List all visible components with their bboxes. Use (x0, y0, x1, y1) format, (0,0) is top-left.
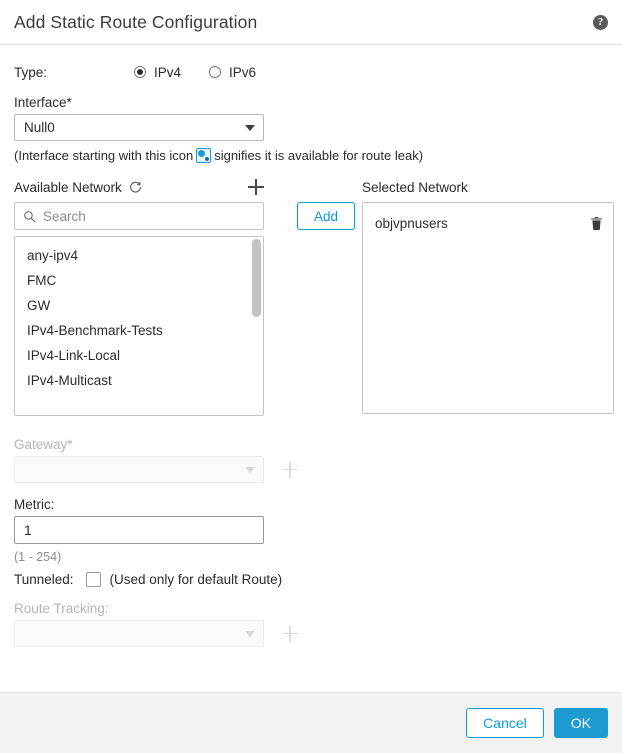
available-network-panel: Available Network Search any-ipv4 FMC GW… (14, 177, 264, 416)
selected-network-panel: Selected Network objvpnusers (362, 177, 614, 414)
trash-icon[interactable] (590, 216, 603, 231)
ok-button[interactable]: OK (553, 708, 608, 738)
selected-network-header: Selected Network (362, 177, 614, 197)
list-scrollbar-thumb[interactable] (252, 239, 261, 317)
radio-ipv4-icon[interactable] (134, 66, 146, 78)
gateway-select (14, 456, 264, 483)
selected-network-list: objvpnusers (362, 202, 614, 414)
search-icon (23, 210, 36, 223)
add-gateway-icon (282, 461, 298, 478)
list-item[interactable]: IPv4-Benchmark-Tests (15, 318, 263, 343)
selected-network-title: Selected Network (362, 179, 468, 195)
radio-option-ipv6[interactable]: IPv6 (209, 65, 256, 80)
type-radio-group: IPv4 IPv6 (134, 65, 284, 80)
tunneled-label: Tunneled: (14, 572, 74, 587)
radio-option-ipv4[interactable]: IPv4 (134, 65, 181, 80)
route-tracking-select (14, 620, 264, 647)
gateway-label: Gateway* (14, 437, 73, 452)
metric-label: Metric: (14, 497, 55, 512)
add-button[interactable]: Add (297, 202, 355, 230)
chevron-down-icon (245, 124, 255, 131)
radio-ipv6-label: IPv6 (229, 64, 257, 80)
route-tracking-label: Route Tracking: (14, 601, 109, 616)
refresh-icon[interactable] (129, 181, 142, 194)
radio-ipv4-label: IPv4 (154, 64, 182, 80)
interface-label: Interface* (14, 95, 72, 110)
metric-range-hint: (1 - 254) (14, 550, 62, 564)
interface-select-value: Null0 (24, 120, 55, 135)
gateway-row (14, 456, 608, 483)
selected-network-item[interactable]: objvpnusers (363, 211, 613, 235)
list-item[interactable]: IPv4-Multicast (15, 368, 263, 393)
list-item[interactable]: FMC (15, 268, 263, 293)
radio-ipv6-icon[interactable] (209, 66, 222, 78)
dialog-body: Type: IPv4 IPv6 Interface* Null0 (Interf… (0, 45, 622, 692)
help-circle-icon[interactable]: ? (593, 14, 608, 30)
selected-network-item-label: objvpnusers (375, 215, 448, 231)
chevron-down-icon (245, 630, 255, 637)
interface-hint-text-before: (Interface starting with this icon (14, 148, 194, 163)
list-item[interactable]: any-ipv4 (15, 243, 263, 268)
type-label: Type: (14, 64, 48, 80)
available-network-list[interactable]: any-ipv4 FMC GW IPv4-Benchmark-Tests IPv… (14, 236, 264, 416)
list-item[interactable]: IPv4-Link-Local (15, 343, 263, 368)
cancel-button[interactable]: Cancel (466, 708, 544, 738)
interface-select[interactable]: Null0 (14, 114, 264, 141)
available-network-list-inner: any-ipv4 FMC GW IPv4-Benchmark-Tests IPv… (15, 237, 263, 393)
route-leak-icon (196, 148, 212, 163)
dialog-footer: Cancel OK (0, 692, 622, 753)
route-tracking-row (14, 620, 608, 647)
interface-hint: (Interface starting with this icon signi… (14, 148, 608, 163)
interface-hint-text-after: signifies it is available for route leak… (214, 148, 424, 163)
metric-input[interactable] (14, 516, 264, 544)
tunneled-note: (Used only for default Route) (109, 572, 283, 587)
type-row: Type: IPv4 IPv6 (14, 61, 608, 83)
chevron-down-icon (245, 466, 255, 473)
tunneled-checkbox[interactable] (85, 572, 101, 587)
page-title: Add Static Route Configuration (14, 11, 258, 32)
add-network-object-icon[interactable] (248, 179, 264, 195)
lower-form: Gateway* Metric: (1 - 254) Tunneled: (Us… (14, 437, 608, 647)
dialog-header: Add Static Route Configuration ? (0, 0, 622, 45)
add-route-tracking-icon (282, 625, 298, 642)
tunneled-row: Tunneled: (Used only for default Route) (14, 572, 608, 587)
search-box[interactable] (14, 202, 264, 230)
available-network-title: Available Network (14, 179, 122, 195)
list-item[interactable]: GW (15, 293, 263, 318)
available-network-header: Available Network (14, 177, 264, 197)
add-button-wrapper: Add (297, 202, 355, 230)
list-scrollbar[interactable] (252, 239, 261, 413)
network-selection-area: Available Network Search any-ipv4 FMC GW… (14, 177, 614, 427)
search-input[interactable] (43, 208, 255, 224)
